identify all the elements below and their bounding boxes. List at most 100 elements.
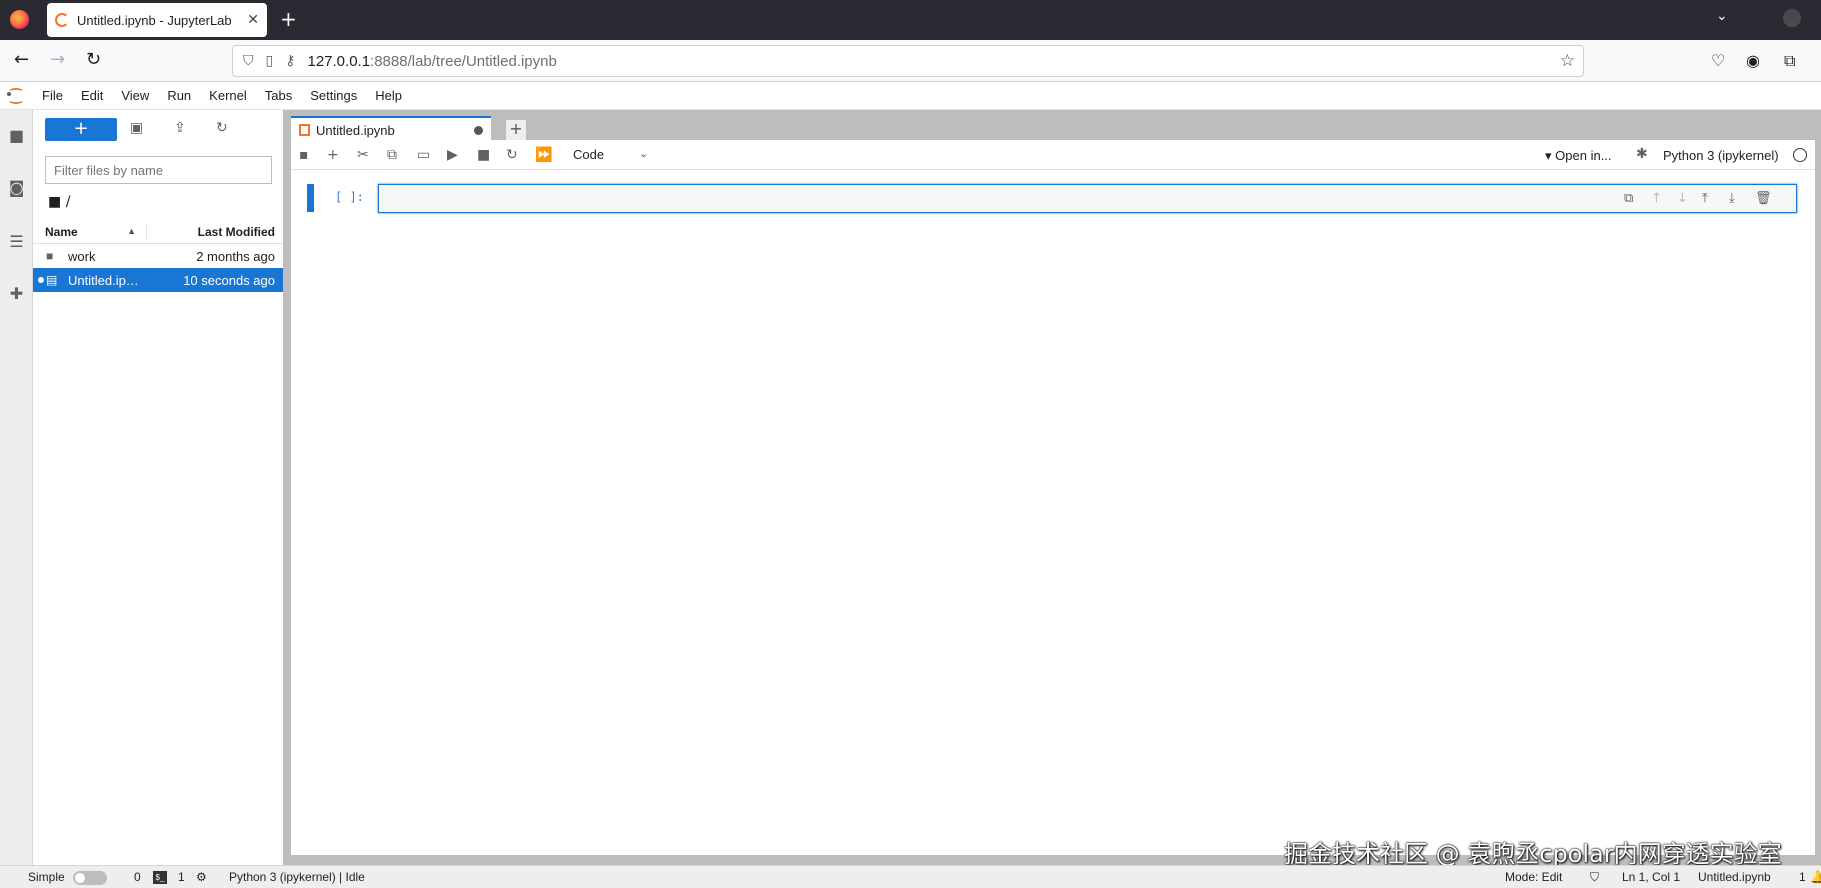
menu-file[interactable]: File: [33, 88, 72, 103]
kernel-sessions-icon[interactable]: ⚙: [196, 870, 207, 884]
column-name-header[interactable]: Name ▲: [33, 225, 146, 239]
back-icon[interactable]: ←: [14, 50, 29, 70]
insert-above-icon[interactable]: ⤒: [1702, 191, 1708, 206]
jupyter-menu-bar: File Edit View Run Kernel Tabs Settings …: [0, 82, 1821, 110]
url-bar[interactable]: ⛉ ▯ ⚷ 127.0.0.1:8888/lab/tree/Untitled.i…: [232, 45, 1584, 77]
delete-cell-icon[interactable]: 🗑: [1755, 191, 1772, 206]
file-modified: 10 seconds ago: [183, 272, 275, 288]
extension-manager-icon[interactable]: ✚: [7, 284, 26, 303]
list-all-tabs-button[interactable]: ⌄: [1716, 8, 1728, 24]
copy-icon[interactable]: ⧉: [387, 147, 397, 163]
file-modified: 2 months ago: [196, 248, 275, 264]
cell-type-select[interactable]: Code: [573, 147, 604, 162]
new-tab-button[interactable]: +: [280, 8, 297, 30]
notebook-toolbar: ▪ + ✂ ⧉ ▭ ▶ ■ ↻ ⏩ Code ⌄ ▾ Open in... ✱ …: [291, 140, 1815, 170]
browser-tab-title: Untitled.ipynb - JupyterLab: [77, 12, 232, 28]
page-icon: ▯: [265, 53, 274, 69]
cursor-position[interactable]: Ln 1, Col 1: [1622, 870, 1680, 884]
close-tab-icon[interactable]: ✕: [247, 12, 259, 28]
firefox-logo-icon[interactable]: [10, 10, 29, 29]
file-name: Untitled.ip…: [68, 272, 139, 288]
new-folder-icon[interactable]: ▣: [130, 120, 143, 136]
cut-icon[interactable]: ✂: [357, 147, 369, 163]
move-down-icon[interactable]: ↓: [1677, 191, 1688, 206]
browser-tab-strip: Untitled.ipynb - JupyterLab ✕ + ⌄: [0, 0, 1821, 40]
refresh-icon[interactable]: ↻: [216, 120, 228, 136]
kernel-status-icon: [1793, 148, 1807, 162]
menu-help[interactable]: Help: [366, 88, 411, 103]
document-tab-label: Untitled.ipynb: [316, 122, 395, 138]
duplicate-cell-icon[interactable]: ⧉: [1624, 191, 1633, 206]
editor-mode: Mode: Edit: [1505, 870, 1563, 884]
move-up-icon[interactable]: ↑: [1651, 191, 1662, 206]
simple-mode-toggle[interactable]: [73, 871, 107, 885]
chevron-down-icon[interactable]: ⌄: [639, 147, 648, 160]
cell-collapser[interactable]: [307, 184, 314, 212]
current-file-name: Untitled.ipynb: [1698, 870, 1771, 884]
menu-view[interactable]: View: [112, 88, 158, 103]
notification-count[interactable]: 1: [1799, 870, 1806, 884]
open-in-button[interactable]: ▾ Open in...: [1545, 148, 1612, 164]
notification-bell-icon[interactable]: 🔔: [1810, 870, 1821, 884]
menu-settings[interactable]: Settings: [301, 88, 366, 103]
new-launcher-button[interactable]: +: [45, 118, 117, 141]
trusted-icon[interactable]: ⛉: [1590, 870, 1599, 885]
pocket-icon[interactable]: ♡: [1711, 51, 1725, 70]
file-list-header: Name ▲ Last Modified: [33, 220, 283, 244]
menu-run[interactable]: Run: [158, 88, 200, 103]
main-dock-area: Untitled.ipynb + ▪ + ✂ ⧉ ▭ ▶ ■ ↻ ⏩ Code …: [284, 110, 1821, 865]
url-path: :8888/lab/tree/Untitled.ipynb: [370, 52, 557, 70]
run-icon[interactable]: ▶: [447, 147, 458, 163]
file-row-work[interactable]: ■ work 2 months ago: [33, 244, 283, 268]
breadcrumb-root[interactable]: /: [66, 194, 71, 210]
running-sessions-icon[interactable]: ◙: [7, 178, 26, 197]
unsaved-indicator-icon[interactable]: [474, 125, 483, 135]
browser-tab[interactable]: Untitled.ipynb - JupyterLab ✕: [47, 3, 267, 37]
menu-edit[interactable]: Edit: [72, 88, 112, 103]
restart-run-all-icon[interactable]: ⏩: [535, 147, 552, 163]
kernels-count[interactable]: 1: [178, 870, 185, 884]
window-control-icon[interactable]: [1783, 9, 1801, 27]
stop-icon[interactable]: ■: [477, 147, 490, 163]
terminals-count[interactable]: 0: [134, 870, 141, 884]
key-icon[interactable]: ⚷: [285, 53, 295, 69]
upload-icon[interactable]: ⇪: [174, 120, 186, 136]
kernel-status[interactable]: Python 3 (ipykernel) | Idle: [229, 870, 365, 884]
table-of-contents-icon[interactable]: ☰: [7, 232, 26, 251]
browser-nav-bar: ← → ↻ ⛉ ▯ ⚷ 127.0.0.1:8888/lab/tree/Unti…: [0, 40, 1821, 82]
breadcrumb[interactable]: ■ /: [48, 194, 70, 210]
document-tab[interactable]: Untitled.ipynb: [291, 116, 491, 142]
loading-spinner-icon: [55, 13, 69, 27]
new-launcher-tab-button[interactable]: +: [506, 120, 526, 140]
save-icon[interactable]: ▪: [299, 147, 309, 163]
forward-icon[interactable]: →: [50, 50, 65, 70]
menu-kernel[interactable]: Kernel: [200, 88, 256, 103]
insert-below-icon[interactable]: ⤓: [1729, 191, 1735, 206]
code-cell-editor[interactable]: ⧉ ↑ ↓ ⤒ ⤓ 🗑: [378, 184, 1797, 213]
file-row-untitled[interactable]: ▤ Untitled.ip… 10 seconds ago: [33, 268, 283, 292]
paste-icon[interactable]: ▭: [417, 147, 430, 163]
folder-icon: ■: [46, 249, 54, 263]
insert-cell-icon[interactable]: +: [327, 147, 339, 163]
reload-icon[interactable]: ↻: [86, 50, 101, 70]
simple-mode-label: Simple: [28, 870, 65, 884]
running-indicator-icon: [38, 277, 44, 283]
notebook-panel: ▪ + ✂ ⧉ ▭ ▶ ■ ↻ ⏩ Code ⌄ ▾ Open in... ✱ …: [291, 140, 1815, 855]
debugger-icon[interactable]: ✱: [1636, 146, 1648, 162]
restart-kernel-icon[interactable]: ↻: [506, 147, 518, 163]
cell-input-prompt: [ ]:: [335, 190, 364, 204]
extensions-icon[interactable]: ⧉: [1784, 51, 1795, 71]
terminal-icon[interactable]: $_: [153, 871, 167, 884]
column-modified-header[interactable]: Last Modified: [146, 224, 283, 239]
caret-down-icon: ▾: [1545, 148, 1552, 163]
kernel-name-button[interactable]: Python 3 (ipykernel): [1663, 148, 1779, 163]
document-tab-bar: Untitled.ipynb +: [284, 114, 1821, 142]
filter-files-input[interactable]: [45, 156, 272, 184]
folder-icon[interactable]: ■: [7, 126, 26, 145]
star-icon[interactable]: ☆: [1560, 51, 1575, 71]
shield-icon[interactable]: ⛉: [243, 53, 254, 69]
menu-tabs[interactable]: Tabs: [256, 88, 301, 103]
account-icon[interactable]: ◉: [1746, 51, 1760, 70]
watermark: 掘金技术社区 @ 袁煦丞cpolar内网穿透实验室: [1284, 840, 1782, 868]
url-host: 127.0.0.1: [307, 52, 371, 70]
